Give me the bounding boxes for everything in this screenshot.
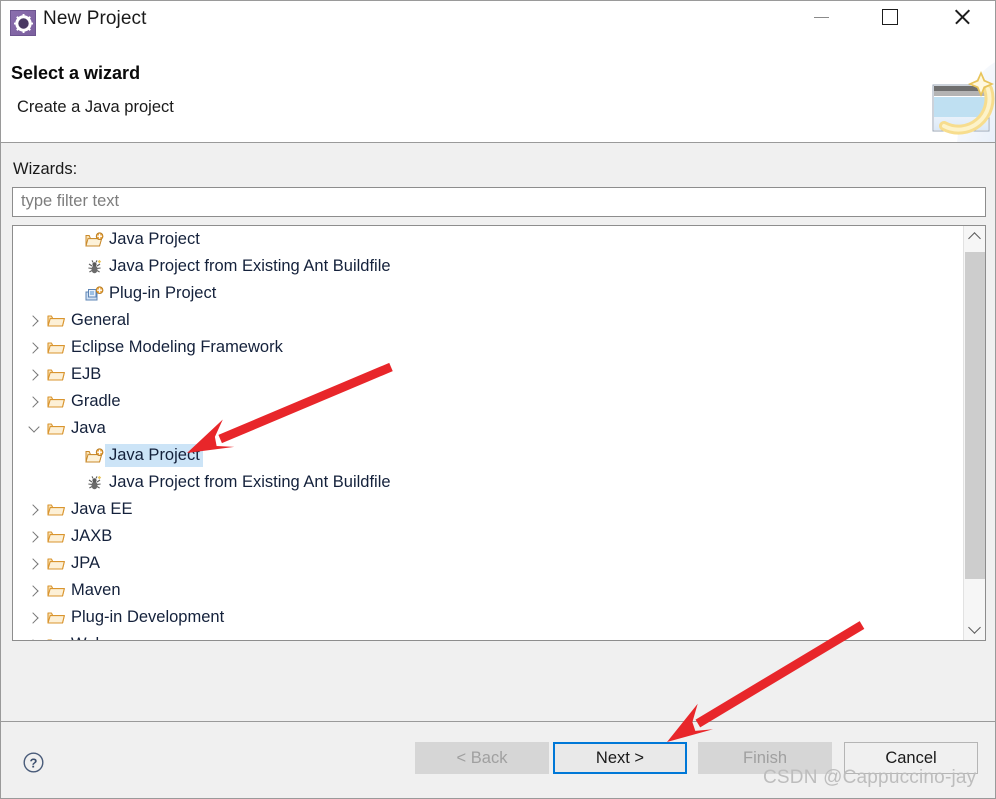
folder-icon (45, 339, 67, 357)
cancel-button-label: Cancel (885, 748, 937, 767)
folder-icon (45, 582, 67, 600)
tree-row-label: Plug-in Project (109, 284, 217, 302)
chevron-right-icon[interactable] (23, 395, 45, 408)
wizards-tree[interactable]: Java Project Java Project from Existing A… (12, 225, 986, 641)
tree-row-label: Gradle (71, 392, 121, 410)
chevron-down-icon[interactable] (23, 421, 45, 433)
tree-row-label: Java Project (105, 444, 203, 467)
java-project-icon (83, 231, 105, 249)
chevron-right-icon[interactable] (23, 530, 45, 543)
tree-row[interactable]: Java Project (13, 226, 963, 253)
tree-row[interactable]: Java Project from Existing Ant Buildfile (13, 253, 963, 280)
tree-row-label: Java Project (109, 230, 200, 248)
tree-row-label: Java (71, 419, 106, 437)
back-button-label: < Back (456, 748, 508, 767)
tree-row-label: Plug-in Development (71, 608, 225, 626)
tree-scrollbar[interactable] (963, 226, 985, 640)
folder-icon (45, 555, 67, 573)
wizards-label: Wizards: (13, 160, 78, 178)
folder-icon (45, 609, 67, 627)
dialog-footer: ? < Back Next > Finish Cancel (1, 721, 995, 798)
back-button[interactable]: < Back (415, 742, 549, 774)
wizard-header: Select a wizard Create a Java project (1, 45, 995, 143)
page-description: Create a Java project (17, 98, 174, 116)
tree-row-label: Java Project from Existing Ant Buildfile (109, 257, 391, 275)
filter-placeholder: type filter text (21, 192, 120, 210)
tree-row[interactable]: Gradle (13, 388, 963, 415)
folder-icon (45, 420, 67, 438)
minimize-icon (813, 16, 829, 18)
chevron-right-icon[interactable] (23, 341, 45, 354)
scroll-down-button[interactable] (964, 618, 985, 640)
tree-row[interactable]: Java EE (13, 496, 963, 523)
finish-button-label: Finish (742, 748, 787, 767)
ant-buildfile-icon (83, 258, 105, 276)
tree-row-label: JAXB (71, 527, 113, 545)
tree-row-label: General (71, 311, 130, 329)
tree-row-label: Web (67, 633, 108, 640)
minimize-button[interactable] (798, 1, 844, 33)
next-button[interactable]: Next > (553, 742, 687, 774)
java-project-icon (83, 447, 105, 465)
tree-row[interactable]: EJB (13, 361, 963, 388)
svg-text:?: ? (30, 756, 38, 771)
chevron-right-icon[interactable] (23, 557, 45, 570)
folder-icon (45, 528, 67, 546)
help-icon[interactable]: ? (23, 752, 44, 773)
maximize-icon (882, 9, 898, 25)
cancel-button[interactable]: Cancel (844, 742, 978, 774)
folder-icon (45, 312, 67, 330)
tree-row[interactable]: Java Project from Existing Ant Buildfile (13, 469, 963, 496)
tree-row-label: JPA (71, 554, 101, 572)
chevron-right-icon[interactable] (23, 611, 45, 624)
tree-row-label: EJB (71, 365, 102, 383)
folder-icon (45, 636, 67, 640)
next-button-label: Next > (595, 748, 645, 767)
window-title: New Project (43, 8, 147, 29)
chevron-right-icon[interactable] (23, 584, 45, 597)
folder-icon (45, 366, 67, 384)
folder-icon (45, 393, 67, 411)
tree-row[interactable]: Eclipse Modeling Framework (13, 334, 963, 361)
tree-row[interactable]: Maven (13, 577, 963, 604)
scrollbar-thumb[interactable] (965, 252, 985, 579)
tree-row-label: Maven (71, 581, 121, 599)
folder-icon (45, 501, 67, 519)
page-title: Select a wizard (11, 63, 141, 83)
chevron-right-icon[interactable] (23, 314, 45, 327)
tree-row-label: Eclipse Modeling Framework (71, 338, 283, 356)
tree-row[interactable]: Web (13, 631, 963, 640)
tree-row-label: Java EE (71, 500, 133, 518)
chevron-right-icon[interactable] (23, 368, 45, 381)
ant-buildfile-icon (83, 474, 105, 492)
new-project-dialog: New Project Select a wizard Create a Jav… (0, 0, 996, 799)
chevron-right-icon[interactable] (23, 503, 45, 516)
title-bar: New Project (1, 1, 995, 45)
filter-input[interactable]: type filter text (12, 187, 986, 217)
scroll-up-button[interactable] (964, 226, 985, 248)
tree-list: Java Project Java Project from Existing A… (13, 226, 963, 640)
plugin-project-icon (83, 285, 105, 303)
wizard-banner-icon (887, 51, 995, 142)
close-icon (953, 8, 971, 26)
tree-row[interactable]: General (13, 307, 963, 334)
tree-row[interactable]: JAXB (13, 523, 963, 550)
tree-row[interactable]: Plug-in Project (13, 280, 963, 307)
chevron-up-icon (968, 232, 981, 245)
tree-row[interactable]: Java (13, 415, 963, 442)
tree-row-label: Java Project from Existing Ant Buildfile (109, 473, 391, 491)
dialog-body: Wizards: type filter text Java Project Ja… (1, 143, 995, 721)
chevron-down-icon (968, 621, 981, 634)
chevron-right-icon[interactable] (27, 638, 39, 640)
tree-row[interactable]: Plug-in Development (13, 604, 963, 631)
project-wizard-icon (10, 10, 36, 36)
finish-button[interactable]: Finish (698, 742, 832, 774)
tree-row[interactable]: JPA (13, 550, 963, 577)
maximize-button[interactable] (867, 1, 913, 33)
close-button[interactable] (939, 1, 985, 33)
tree-row[interactable]: Java Project (13, 442, 963, 469)
